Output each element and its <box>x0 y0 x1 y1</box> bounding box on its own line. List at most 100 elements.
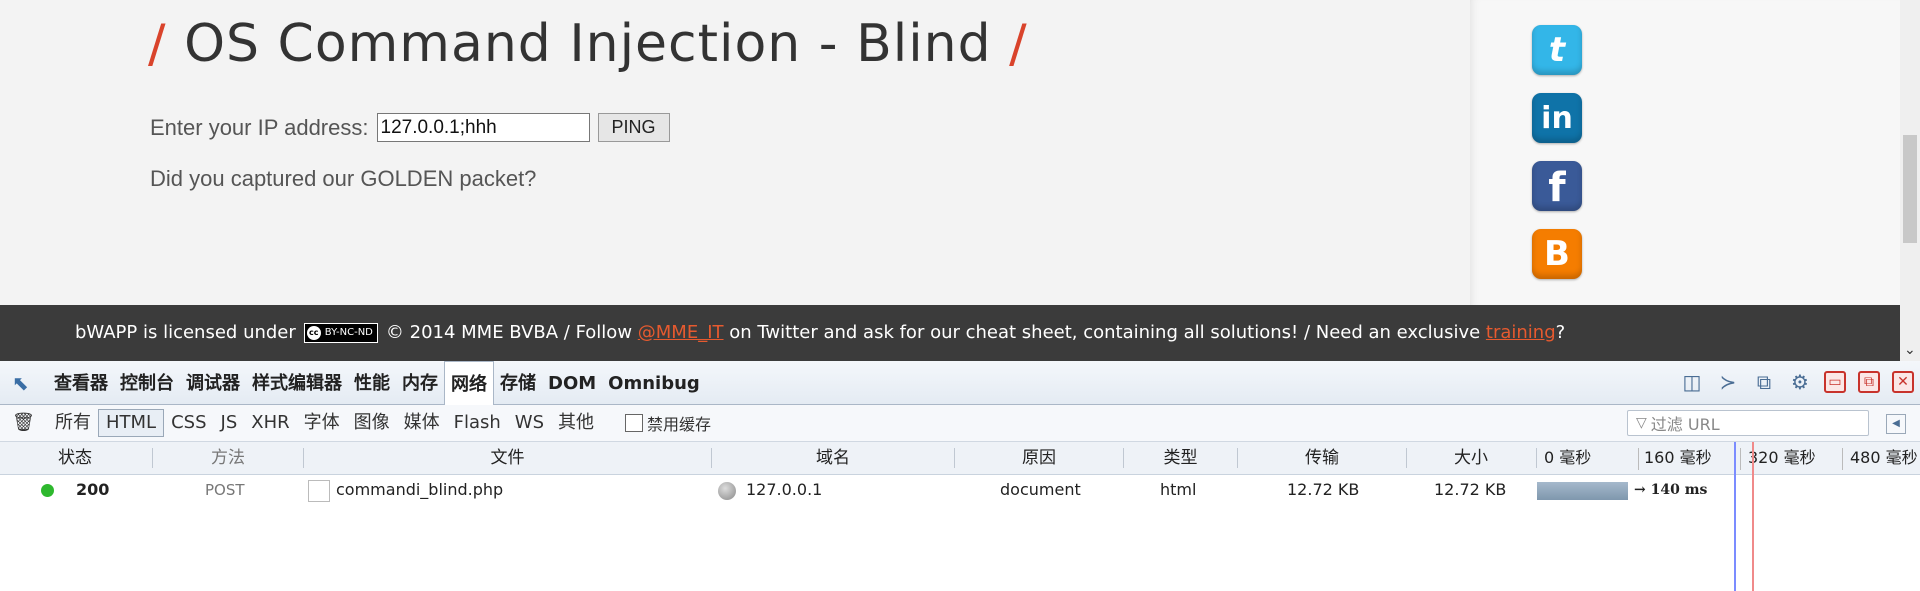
timeline-tick-line <box>1842 448 1843 470</box>
tab-omnibug[interactable]: Omnibug <box>602 361 706 404</box>
filter-js[interactable]: JS <box>214 410 245 436</box>
tab-memory[interactable]: 内存 <box>396 361 444 404</box>
undock-window-icon[interactable]: ⧉ <box>1858 371 1880 393</box>
clear-requests-trash-icon[interactable]: 🗑 <box>12 412 35 433</box>
request-table-header: 状态 方法 文件 域名 原因 类型 传输 大小 0 毫秒 160 毫秒 320 … <box>0 442 1920 475</box>
column-domain[interactable]: 域名 <box>712 442 954 474</box>
column-size[interactable]: 大小 <box>1407 442 1535 474</box>
devtools-panel: ⬉ 查看器 控制台 调试器 样式编辑器 性能 内存 网络 存储 DOM Omni… <box>0 360 1920 591</box>
column-method[interactable]: 方法 <box>153 442 303 474</box>
request-size: 12.72 KB <box>1434 480 1507 499</box>
facebook-icon[interactable]: f <box>1532 161 1582 211</box>
disable-cache-toggle[interactable]: 禁用缓存 <box>625 411 711 435</box>
filter-xhr[interactable]: XHR <box>244 410 296 436</box>
linkedin-icon[interactable]: in <box>1532 93 1582 143</box>
footer-cheatsheet-text: on Twitter and ask for our cheat sheet, … <box>729 322 1481 343</box>
footer-license-text: bWAPP is licensed under <box>75 322 296 343</box>
timeline-tick-0: 0 毫秒 <box>1544 448 1592 467</box>
request-type: html <box>1160 480 1197 499</box>
dock-bottom-icon[interactable]: ▭ <box>1824 371 1846 393</box>
footer-copyright: © 2014 MME BVBA / Follow <box>385 322 633 343</box>
column-type[interactable]: 类型 <box>1124 442 1237 474</box>
devtools-toolbar-actions: ◫ ≻ ⧉ ⚙ ▭ ⧉ ✕ <box>1680 370 1914 394</box>
column-divider <box>1536 448 1537 468</box>
close-devtools-icon[interactable]: ✕ <box>1892 371 1914 393</box>
filter-all[interactable]: 所有 <box>48 410 98 436</box>
file-document-icon <box>308 480 330 502</box>
load-event-marker <box>1752 442 1754 591</box>
cc-logo-icon: cc <box>306 325 321 340</box>
footer-text: bWAPP is licensed under cc BY-NC-ND © 201… <box>75 322 1565 343</box>
network-filter-bar: 🗑 所有 HTML CSS JS XHR 字体 图像 媒体 Flash WS 其… <box>0 405 1920 442</box>
disable-cache-label: 禁用缓存 <box>647 415 712 434</box>
timeline-tick-160: 160 毫秒 <box>1644 448 1712 467</box>
filter-flash[interactable]: Flash <box>447 410 508 436</box>
title-slash-left: / <box>148 14 167 74</box>
filter-css[interactable]: CSS <box>164 410 213 436</box>
ip-form: Enter your IP address: PING <box>150 113 670 142</box>
timeline-tick-320: 320 毫秒 <box>1748 448 1816 467</box>
toggle-sidebar-icon[interactable]: ◀ <box>1886 414 1906 434</box>
footer-end: ? <box>1555 322 1566 343</box>
element-picker-icon[interactable]: ⬉ <box>12 371 38 395</box>
twitter-icon[interactable]: t <box>1532 25 1582 75</box>
title-slash-right: / <box>1009 14 1028 74</box>
page-scrollbar[interactable]: ⌄ <box>1900 0 1920 361</box>
settings-gear-icon[interactable]: ⚙ <box>1788 370 1812 394</box>
url-filter-input[interactable]: ▽ 过滤 URL <box>1627 410 1869 436</box>
table-row[interactable]: 200 POST commandi_blind.php 127.0.0.1 do… <box>0 475 1920 505</box>
filter-html[interactable]: HTML <box>98 409 165 437</box>
scrollbar-thumb[interactable] <box>1903 135 1917 243</box>
tab-style-editor[interactable]: 样式编辑器 <box>246 361 348 404</box>
filter-fonts[interactable]: 字体 <box>297 410 347 436</box>
blogger-icon[interactable]: B <box>1532 229 1582 279</box>
tab-dom[interactable]: DOM <box>542 361 602 404</box>
column-cause[interactable]: 原因 <box>955 442 1123 474</box>
request-file: commandi_blind.php <box>336 480 504 499</box>
column-file[interactable]: 文件 <box>304 442 711 474</box>
timeline-tick-line <box>1740 448 1741 470</box>
ip-label: Enter your IP address: <box>150 114 369 140</box>
filter-other[interactable]: 其他 <box>551 410 601 436</box>
training-link[interactable]: training <box>1486 322 1556 343</box>
split-layout-icon[interactable]: ◫ <box>1680 370 1704 394</box>
request-timing-bar <box>1537 482 1628 500</box>
page-footer: bWAPP is licensed under cc BY-NC-ND © 201… <box>0 305 1900 361</box>
tab-storage[interactable]: 存储 <box>494 361 542 404</box>
devtools-toolbar: ⬉ 查看器 控制台 调试器 样式编辑器 性能 内存 网络 存储 DOM Omni… <box>0 360 1920 405</box>
type-filter-buttons: 所有 HTML CSS JS XHR 字体 图像 媒体 Flash WS 其他 … <box>48 409 711 437</box>
column-status[interactable]: 状态 <box>0 442 150 474</box>
column-transferred[interactable]: 传输 <box>1238 442 1406 474</box>
request-cause: document <box>1000 480 1081 499</box>
title-text: OS Command Injection - Blind <box>184 14 992 74</box>
page-title: / OS Command Injection - Blind / <box>148 14 1028 74</box>
request-method: POST <box>205 481 245 499</box>
filter-ws[interactable]: WS <box>508 410 551 436</box>
devtools-tabs: 查看器 控制台 调试器 样式编辑器 性能 内存 网络 存储 DOM Omnibu… <box>48 360 706 405</box>
cc-license-badge[interactable]: cc BY-NC-ND <box>303 322 378 343</box>
ping-button[interactable]: PING <box>597 113 670 142</box>
tab-performance[interactable]: 性能 <box>348 361 396 404</box>
disable-cache-checkbox[interactable] <box>625 414 644 432</box>
filter-media[interactable]: 媒体 <box>397 410 447 436</box>
url-filter-placeholder: 过滤 URL <box>1650 415 1720 434</box>
scroll-down-icon[interactable]: ⌄ <box>1904 342 1916 358</box>
status-ok-dot-icon <box>41 484 54 497</box>
tab-debugger[interactable]: 调试器 <box>180 361 246 404</box>
split-console-icon[interactable]: ≻ <box>1716 370 1740 394</box>
cc-badge-label: BY-NC-ND <box>324 327 373 338</box>
tab-inspector[interactable]: 查看器 <box>48 361 114 404</box>
twitter-handle-link[interactable]: @MME_IT <box>638 322 724 343</box>
request-transferred: 12.72 KB <box>1287 480 1360 499</box>
responsive-mode-icon[interactable]: ⧉ <box>1752 370 1776 394</box>
tab-network[interactable]: 网络 <box>444 360 494 405</box>
ip-input[interactable] <box>376 113 590 142</box>
timeline-tick-line <box>1638 448 1639 470</box>
web-page: / OS Command Injection - Blind / Enter y… <box>0 0 1900 305</box>
golden-message: Did you captured our GOLDEN packet? <box>150 166 537 191</box>
request-domain: 127.0.0.1 <box>746 480 823 499</box>
tab-console[interactable]: 控制台 <box>114 361 180 404</box>
globe-icon <box>718 482 736 500</box>
request-timing-label: → 140 ms <box>1634 482 1708 498</box>
filter-images[interactable]: 图像 <box>347 410 397 436</box>
